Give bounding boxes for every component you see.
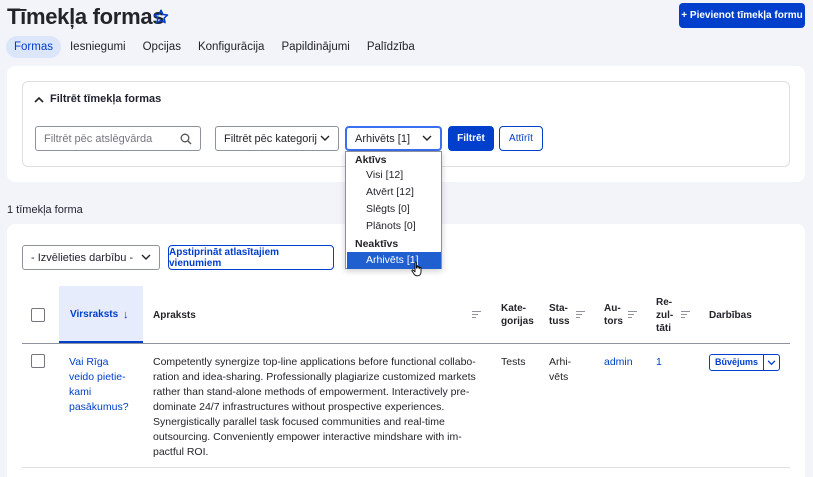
column-results: Re- zul- tāti xyxy=(656,296,673,335)
column-results-line: tāti xyxy=(656,323,671,334)
row-results-link[interactable]: 1 xyxy=(656,355,662,370)
bulk-action-select[interactable]: - Izvēlieties darbību - xyxy=(22,245,160,270)
row-description-line: dominate 24/7 infrastructures without pr… xyxy=(153,401,445,413)
column-status-line: Sta- xyxy=(549,303,568,314)
row-title-line: veido pietie- xyxy=(69,371,126,383)
row-divider xyxy=(22,467,790,468)
column-actions: Darbības xyxy=(709,310,752,321)
sort-icon[interactable] xyxy=(628,311,637,318)
arrow-down-icon[interactable]: ↓ xyxy=(123,309,129,321)
row-description-line: ration and idea-sharing. Professionally … xyxy=(153,371,476,383)
column-category-line: gorijas xyxy=(501,316,534,327)
row-status-line: vēts xyxy=(549,371,569,383)
dropdown-option[interactable]: Slēgts [0] xyxy=(347,201,441,218)
chevron-down-icon xyxy=(320,135,330,141)
row-description-line: Synergistically parallel task focused co… xyxy=(153,416,445,428)
row-description: Competently synergize top-line applicati… xyxy=(153,355,476,460)
column-title[interactable]: Virsraksts xyxy=(70,309,118,320)
sort-icon[interactable] xyxy=(472,311,481,318)
state-dropdown-list: Aktīvs Visi [12] Atvērt [12] Slēgts [0] … xyxy=(345,151,442,269)
tab-forms[interactable]: Formas xyxy=(6,36,61,58)
row-description-line: outsourcing. Conveniently empower intera… xyxy=(153,431,462,443)
sort-icon[interactable] xyxy=(681,311,690,318)
column-results-line: Re- xyxy=(656,297,673,308)
tab-help[interactable]: Palīdzība xyxy=(359,36,423,58)
header-divider xyxy=(22,343,790,344)
row-title-link[interactable]: Vai Rīga veido pietie- kami pasākumus? xyxy=(69,355,129,415)
results-count: 1 tīmekļa forma xyxy=(7,204,83,216)
row-status-line: Arhi- xyxy=(549,356,572,368)
primary-tabs: Formas Iesniegumi Opcijas Konfigurācija … xyxy=(6,36,424,58)
column-author-line: tors xyxy=(604,316,623,327)
row-description-line: Competently synergize top-line applicati… xyxy=(153,356,476,368)
row-status: Arhi- vēts xyxy=(549,355,571,385)
add-webform-button[interactable]: + Pievienot tīmekļa formu xyxy=(679,3,805,28)
tab-submissions[interactable]: Iesniegumi xyxy=(62,36,134,58)
row-author-link[interactable]: admin xyxy=(604,355,633,370)
filter-toggle[interactable]: Filtrēt tīmekļa formas xyxy=(34,93,161,105)
state-select-value: Arhivēts [1] xyxy=(355,132,411,145)
dropdown-option-selected[interactable]: Arhivēts [1] xyxy=(347,252,441,269)
tab-options[interactable]: Opcijas xyxy=(135,36,189,58)
row-title-line: Vai Rīga xyxy=(69,356,109,368)
category-select[interactable]: Filtrēt pēc kategorij xyxy=(215,126,339,151)
build-button[interactable]: Būvējums xyxy=(710,355,764,370)
row-title-line: kami xyxy=(69,386,92,398)
column-status-line: tuss xyxy=(549,316,570,327)
dropdown-group-inactive: Neaktīvs xyxy=(355,238,399,250)
column-author: Au- tors xyxy=(604,302,623,328)
build-split-button: Būvējums xyxy=(709,354,780,371)
tab-addons[interactable]: Papildinājumi xyxy=(273,36,357,58)
dropdown-group-active: Aktīvs xyxy=(355,154,387,166)
star-icon[interactable] xyxy=(152,8,170,26)
dropdown-option[interactable]: Plānots [0] xyxy=(347,218,441,235)
column-category-line: Kate- xyxy=(501,303,527,314)
category-select-value: Filtrēt pēc kategorij xyxy=(224,132,317,145)
row-description-line: rather than stand-alone methods of empow… xyxy=(153,386,470,398)
dropdown-option[interactable]: Atvērt [12] xyxy=(347,184,441,201)
tab-configuration[interactable]: Konfigurācija xyxy=(190,36,272,58)
chevron-down-icon[interactable] xyxy=(764,359,779,366)
filter-heading: Filtrēt tīmekļa formas xyxy=(50,93,162,105)
chevron-down-icon xyxy=(422,135,432,141)
column-results-line: zul- xyxy=(656,310,674,321)
row-checkbox[interactable] xyxy=(31,354,45,368)
reset-button[interactable]: Attīrīt xyxy=(499,126,543,151)
column-description: Apraksts xyxy=(153,310,196,321)
hand-cursor-icon xyxy=(411,261,422,277)
column-category: Kate- gorijas xyxy=(501,302,534,328)
row-title-line: pasākumus? xyxy=(69,401,129,413)
select-all-checkbox[interactable] xyxy=(31,308,45,322)
search-icon xyxy=(180,133,192,144)
chevron-up-icon xyxy=(34,96,44,103)
column-author-line: Au- xyxy=(604,303,621,314)
state-select[interactable]: Arhivēts [1] xyxy=(345,126,442,151)
search-input[interactable]: Filtrēt pēc atslēgvārda xyxy=(35,126,201,151)
filter-button[interactable]: Filtrēt xyxy=(448,126,494,151)
column-status: Sta- tuss xyxy=(549,302,570,328)
row-category: Tests xyxy=(501,356,526,368)
bulk-action-value: - Izvēlieties darbību - xyxy=(31,251,134,264)
chevron-down-icon xyxy=(141,254,151,260)
search-placeholder: Filtrēt pēc atslēgvārda xyxy=(44,132,153,145)
row-description-line: pactful ROI. xyxy=(153,446,209,458)
sort-icon[interactable] xyxy=(576,311,585,318)
dropdown-option[interactable]: Visi [12] xyxy=(347,167,441,184)
apply-bulk-button[interactable]: Apstiprināt atlasītajiem vienumiem xyxy=(168,245,334,270)
page-title: Tīmekļa formas xyxy=(7,4,165,29)
